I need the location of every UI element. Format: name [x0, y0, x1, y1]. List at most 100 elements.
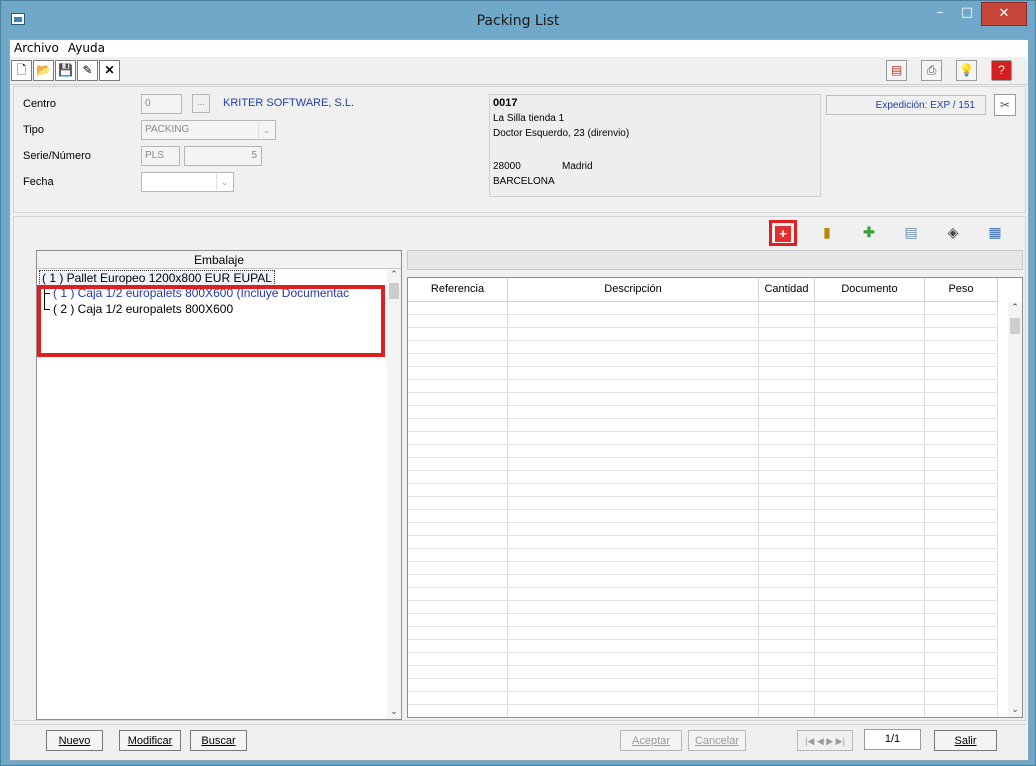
box-icon[interactable]: ▮ — [815, 222, 839, 244]
table-row[interactable] — [408, 483, 998, 484]
table-row[interactable] — [408, 535, 998, 536]
table-row[interactable] — [408, 626, 998, 627]
tag-icon[interactable]: ◈ — [941, 222, 965, 244]
col-cantidad[interactable]: Cantidad — [759, 278, 815, 302]
table-row[interactable] — [408, 353, 998, 354]
table-row[interactable] — [408, 600, 998, 601]
close-x-icon[interactable]: ✕ — [99, 60, 120, 81]
col-referencia[interactable]: Referencia — [408, 278, 508, 302]
centro-lookup-button[interactable]: ... — [192, 94, 210, 113]
col-descripcion[interactable]: Descripción — [508, 278, 759, 302]
menu-ayuda[interactable]: Ayuda — [64, 40, 110, 55]
bulb-icon[interactable]: 💡 — [956, 60, 977, 81]
header-panel: Centro 0 ... KRITER SOFTWARE, S.L. Tipo … — [13, 86, 1026, 213]
tipo-value: PACKING — [145, 124, 190, 135]
tree-item-root[interactable]: ( 1 ) Pallet Europeo 1200x800 EUR EUPAL — [39, 270, 275, 286]
tree-scrollbar[interactable]: ⌃ ⌄ — [387, 269, 401, 719]
postal-code: 28000 — [493, 161, 521, 172]
app-window: Packing List – □ ✕ Archivo Ayuda 🗋 📂 💾 ✎ … — [0, 0, 1036, 766]
table-row[interactable] — [408, 470, 998, 471]
table-row[interactable] — [408, 418, 998, 419]
salir-label: Salir — [954, 735, 977, 747]
modificar-button[interactable]: Modificar — [119, 730, 181, 751]
footer-bar: Nuevo Modificar Buscar Aceptar Cancelar … — [13, 724, 1026, 758]
scroll-up-icon[interactable]: ⌃ — [1008, 302, 1022, 313]
help-icon[interactable]: ? — [991, 60, 1012, 81]
cancelar-button[interactable]: Cancelar — [688, 730, 746, 751]
table-row[interactable] — [408, 379, 998, 380]
chevron-down-icon[interactable]: ⌄ — [258, 122, 274, 138]
scroll-thumb[interactable] — [1010, 318, 1020, 334]
table-row[interactable] — [408, 366, 998, 367]
salir-button[interactable]: Salir — [934, 730, 997, 751]
window-title: Packing List — [476, 13, 560, 29]
col-peso[interactable]: Peso — [925, 278, 998, 302]
table-row[interactable] — [408, 509, 998, 510]
fecha-field[interactable]: ⌄ — [141, 172, 234, 192]
save-icon[interactable]: 💾 — [55, 60, 76, 81]
numero-field[interactable]: 5 — [184, 146, 262, 166]
record-navigator[interactable]: |◀ ◀ ▶ ▶| — [797, 730, 853, 751]
items-panel-header — [407, 250, 1023, 270]
export-icon[interactable]: ▤ — [886, 60, 907, 81]
table-row[interactable] — [408, 522, 998, 523]
aceptar-button[interactable]: Aceptar — [620, 730, 682, 751]
col-documento[interactable]: Documento — [815, 278, 925, 302]
scissors-icon[interactable]: ✂ — [994, 94, 1016, 116]
tipo-select[interactable]: PACKING ⌄ — [141, 120, 276, 140]
grid-icon[interactable]: ▦ — [983, 222, 1007, 244]
print-icon[interactable]: ⎙ — [921, 60, 942, 81]
grid-scrollbar[interactable]: ⌃ ⌄ — [1008, 302, 1022, 717]
maximize-button[interactable]: □ — [954, 2, 980, 26]
add-line-icon[interactable]: ✚ — [857, 222, 881, 244]
add-package-button[interactable]: + — [769, 220, 797, 246]
modificar-label: Modificar — [127, 735, 173, 747]
scroll-down-icon[interactable]: ⌄ — [387, 706, 401, 717]
buscar-button[interactable]: Buscar — [190, 730, 247, 751]
scroll-down-icon[interactable]: ⌄ — [1008, 704, 1022, 715]
centro-field[interactable]: 0 — [141, 94, 182, 114]
table-row[interactable] — [408, 314, 998, 315]
tree-panel: Embalaje ( 1 ) Pallet Europeo 1200x800 E… — [36, 250, 402, 720]
table-row[interactable] — [408, 340, 998, 341]
table-row[interactable] — [408, 678, 998, 679]
table-row[interactable] — [408, 574, 998, 575]
table-row[interactable] — [408, 392, 998, 393]
table-row[interactable] — [408, 431, 998, 432]
serie-field[interactable]: PLS — [141, 146, 180, 166]
new-document-icon[interactable]: 🗋 — [11, 60, 32, 81]
table-row[interactable] — [408, 587, 998, 588]
package-tree: ( 1 ) Pallet Europeo 1200x800 EUR EUPAL … — [37, 269, 387, 719]
table-row[interactable] — [408, 457, 998, 458]
table-row[interactable] — [408, 444, 998, 445]
scroll-up-icon[interactable]: ⌃ — [387, 269, 401, 280]
table-row[interactable] — [408, 639, 998, 640]
document-add-icon[interactable]: ▤ — [899, 222, 923, 244]
close-window-button[interactable]: ✕ — [981, 2, 1027, 26]
table-row[interactable] — [408, 691, 998, 692]
open-folder-icon[interactable]: 📂 — [33, 60, 54, 81]
cancelar-label: Cancelar — [694, 735, 740, 747]
title-bar[interactable]: Packing List – □ ✕ — [1, 1, 1035, 39]
table-row[interactable] — [408, 613, 998, 614]
table-row[interactable] — [408, 704, 998, 705]
chevron-down-icon[interactable]: ⌄ — [216, 174, 232, 190]
main-panel: + ▮ ✚ ▤ ◈ ▦ Embalaje ( 1 ) Pallet Europe… — [13, 216, 1026, 721]
edit-icon[interactable]: ✎ — [77, 60, 98, 81]
buscar-label: Buscar — [201, 735, 236, 747]
table-row[interactable] — [408, 561, 998, 562]
table-row[interactable] — [408, 665, 998, 666]
tipo-label: Tipo — [23, 124, 44, 136]
table-row[interactable] — [408, 327, 998, 328]
table-row[interactable] — [408, 496, 998, 497]
menu-archivo[interactable]: Archivo — [10, 40, 64, 55]
company-name: KRITER SOFTWARE, S.L. — [223, 97, 354, 109]
region: BARCELONA — [493, 176, 555, 187]
minimize-button[interactable]: – — [927, 2, 953, 26]
table-row[interactable] — [408, 548, 998, 549]
nuevo-button[interactable]: Nuevo — [46, 730, 103, 751]
scroll-thumb[interactable] — [389, 283, 399, 299]
address-line2: Doctor Esquerdo, 23 (direnvio) — [493, 128, 630, 139]
table-row[interactable] — [408, 405, 998, 406]
table-row[interactable] — [408, 652, 998, 653]
